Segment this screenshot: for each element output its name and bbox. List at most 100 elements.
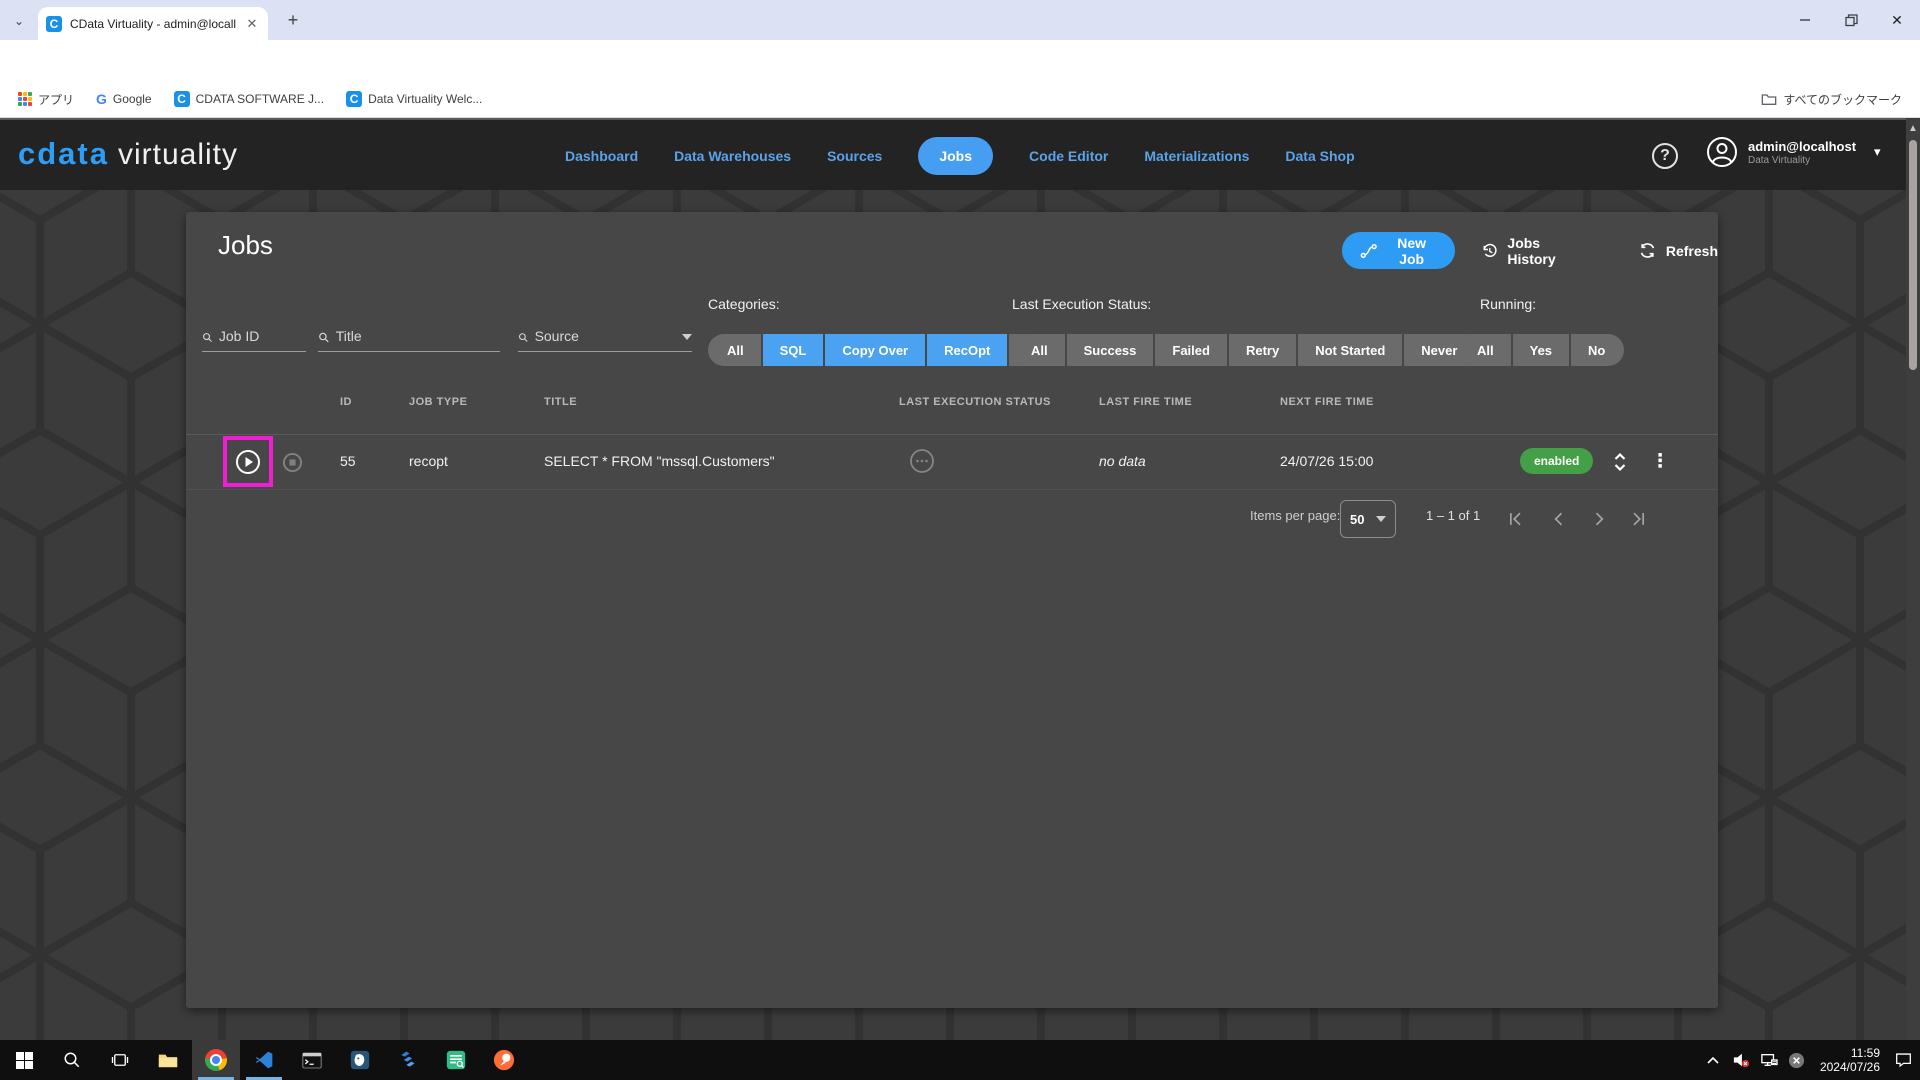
taskbar-search-button[interactable]	[48, 1040, 96, 1080]
cdata-favicon-icon: C	[174, 91, 190, 107]
nav-data-warehouses[interactable]: Data Warehouses	[674, 148, 791, 164]
nav-materializations[interactable]: Materializations	[1144, 148, 1249, 164]
title-filter[interactable]	[318, 314, 500, 352]
jobs-panel: Jobs New Job Jobs History	[186, 212, 1718, 1008]
col-header-id: ID	[340, 396, 352, 408]
taskbar-vscode-button[interactable]	[240, 1040, 288, 1080]
nav-dashboard[interactable]: Dashboard	[565, 148, 638, 164]
history-icon	[1481, 241, 1499, 261]
col-header-last-exec: LAST EXECUTION STATUS	[899, 396, 1051, 408]
chip-status-not-started[interactable]: Not Started	[1296, 334, 1402, 366]
bookmark-cdata-label: CDATA SOFTWARE J...	[196, 92, 324, 106]
row-id: 55	[340, 453, 356, 469]
prev-page-button[interactable]	[1546, 506, 1572, 532]
chip-category-recopt[interactable]: RecOpt	[925, 334, 1007, 366]
annotation-highlight-box	[223, 436, 273, 487]
nav-jobs[interactable]: Jobs	[918, 137, 993, 175]
last-page-button[interactable]	[1626, 506, 1652, 532]
tray-expand-icon[interactable]	[1700, 1040, 1726, 1080]
page-scrollbar[interactable]: ▲	[1906, 118, 1920, 1040]
file-explorer-button[interactable]	[144, 1040, 192, 1080]
unfold-icon	[1611, 452, 1629, 472]
start-button[interactable]	[0, 1040, 48, 1080]
bookmark-apps[interactable]: アプリ	[10, 87, 82, 112]
scrollbar-thumb[interactable]	[1909, 140, 1917, 370]
chip-category-all[interactable]: All	[708, 334, 761, 366]
nav-data-shop[interactable]: Data Shop	[1285, 148, 1354, 164]
page-viewport: cdata virtuality Dashboard Data Warehous…	[0, 118, 1920, 1040]
source-select[interactable]	[535, 328, 676, 344]
taskbar-pgadmin-button[interactable]	[336, 1040, 384, 1080]
browser-tab[interactable]: C CData Virtuality - admin@locall ✕	[38, 7, 268, 40]
status-x-icon[interactable]	[1784, 1040, 1810, 1080]
taskbar-postman-button[interactable]	[480, 1040, 528, 1080]
chip-status-success[interactable]: Success	[1065, 334, 1154, 366]
google-icon: G	[96, 91, 107, 107]
user-avatar-icon	[1706, 136, 1738, 168]
task-view-button[interactable]	[96, 1040, 144, 1080]
new-job-button[interactable]: New Job	[1342, 232, 1455, 269]
user-menu[interactable]: admin@localhost Data Virtuality ▾	[1706, 136, 1881, 168]
browser-toolbar: i localhost:8080/account/#/u/0/jobs ⋮	[0, 40, 1920, 81]
row-job-type: recopt	[409, 453, 448, 469]
enabled-badge[interactable]: enabled	[1520, 448, 1593, 474]
taskbar-log-viewer-button[interactable]	[432, 1040, 480, 1080]
folder-icon	[158, 1052, 178, 1069]
search-icon	[202, 331, 213, 344]
job-id-input[interactable]	[219, 328, 306, 344]
chip-category-copy-over[interactable]: Copy Over	[823, 334, 925, 366]
volume-muted-icon[interactable]	[1728, 1040, 1754, 1080]
first-page-button[interactable]	[1502, 506, 1528, 532]
app-logo[interactable]: cdata virtuality	[18, 136, 238, 172]
tab-close-icon[interactable]: ✕	[244, 16, 260, 32]
chip-running-no[interactable]: No	[1569, 334, 1624, 366]
items-per-page-select[interactable]: 50	[1340, 500, 1396, 538]
source-filter[interactable]	[518, 314, 692, 352]
taskbar-terminal-button[interactable]	[288, 1040, 336, 1080]
dropdown-caret-icon[interactable]	[682, 334, 692, 340]
new-tab-button[interactable]: +	[282, 10, 304, 32]
bookmarks-bar: アプリ G Google C CDATA SOFTWARE J... C Dat…	[0, 81, 1920, 118]
window-close-button[interactable]: ✕	[1874, 0, 1920, 40]
page-title: Jobs	[218, 230, 273, 261]
stop-job-button[interactable]	[274, 444, 310, 480]
bookmark-google[interactable]: G Google	[88, 87, 160, 111]
terminal-icon	[302, 1052, 322, 1069]
all-bookmarks-button[interactable]: すべてのブックマーク	[1753, 87, 1910, 112]
taskbar-layers-app-button[interactable]	[384, 1040, 432, 1080]
nav-sources[interactable]: Sources	[827, 148, 882, 164]
priority-sort-button[interactable]	[1602, 444, 1638, 480]
chip-running-all[interactable]: All	[1458, 334, 1511, 366]
taskbar-clock[interactable]: 11:59 2024/07/26	[1812, 1046, 1888, 1074]
jobs-history-button[interactable]: Jobs History	[1481, 232, 1582, 269]
logo-cdata: cdata	[18, 136, 109, 172]
window-restore-button[interactable]	[1828, 0, 1874, 40]
bookmark-cdata[interactable]: C CDATA SOFTWARE J...	[166, 87, 332, 111]
chip-running-yes[interactable]: Yes	[1511, 334, 1569, 366]
col-header-title: TITLE	[544, 396, 577, 408]
col-header-next-fire: NEXT FIRE TIME	[1280, 396, 1374, 408]
window-minimize-button[interactable]	[1782, 0, 1828, 40]
job-id-filter[interactable]	[202, 314, 306, 352]
refresh-button[interactable]: Refresh	[1638, 232, 1718, 269]
user-org: Data Virtuality	[1748, 155, 1856, 166]
chip-status-retry[interactable]: Retry	[1227, 334, 1296, 366]
task-view-icon	[111, 1052, 129, 1068]
tab-search-icon[interactable]: ⌄	[8, 10, 30, 32]
windows-taskbar: 11:59 2024/07/26	[0, 1040, 1920, 1080]
row-menu-button[interactable]: ⋮	[1642, 444, 1678, 480]
taskbar-chrome-button[interactable]	[192, 1040, 240, 1080]
help-icon[interactable]: ?	[1652, 143, 1678, 169]
title-input[interactable]	[336, 328, 500, 344]
cdata-favicon-icon: C	[346, 91, 362, 107]
search-icon	[518, 331, 529, 344]
nav-code-editor[interactable]: Code Editor	[1029, 148, 1108, 164]
network-icon[interactable]	[1756, 1040, 1782, 1080]
action-center-icon[interactable]	[1890, 1040, 1916, 1080]
chip-status-failed[interactable]: Failed	[1153, 334, 1227, 366]
bookmark-data-virtuality[interactable]: C Data Virtuality Welc...	[338, 87, 490, 111]
chip-status-all[interactable]: All	[1012, 334, 1065, 366]
next-page-button[interactable]	[1586, 506, 1612, 532]
scroll-up-icon[interactable]: ▲	[1908, 124, 1918, 134]
chip-category-sql[interactable]: SQL	[761, 334, 824, 366]
